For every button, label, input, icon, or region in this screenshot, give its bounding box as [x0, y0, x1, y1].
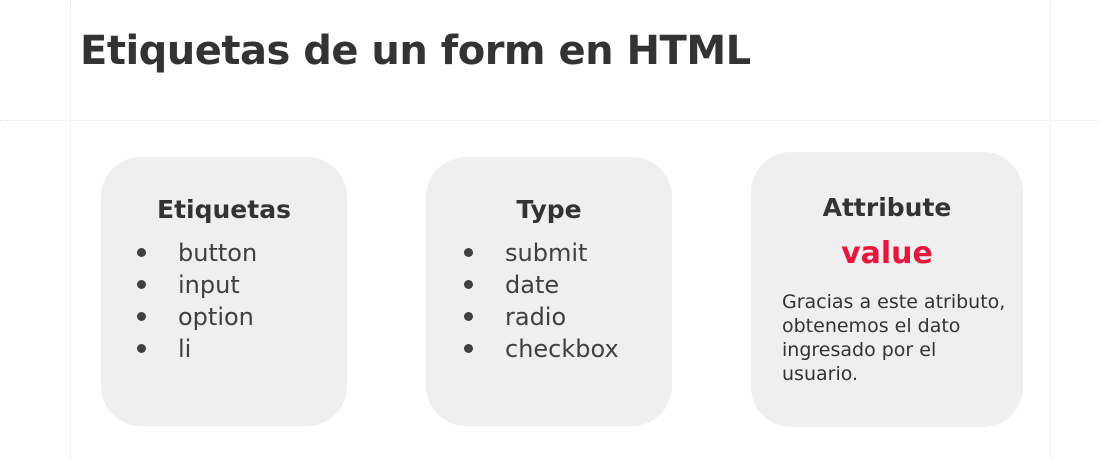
bullet-list: submit date radio checkbox	[464, 237, 619, 365]
list-item: submit	[464, 237, 619, 269]
list-item-label: checkbox	[505, 335, 619, 363]
attribute-description: Gracias a este atributo, obtenemos el da…	[782, 291, 1006, 385]
list-item: radio	[464, 301, 619, 333]
list-item-label: li	[178, 335, 192, 363]
list-item-label: option	[178, 303, 254, 331]
guide-line-right	[1050, 0, 1051, 460]
attribute-value-highlight: value	[841, 236, 933, 271]
card-heading: Type	[516, 195, 582, 224]
bullet-icon	[137, 343, 146, 353]
list-item: button	[137, 237, 257, 269]
bullet-icon	[464, 311, 473, 321]
bullet-icon	[464, 343, 473, 353]
bullet-icon	[137, 311, 146, 321]
list-item: date	[464, 269, 619, 301]
guide-line-horizontal	[0, 120, 1100, 121]
page-title: Etiquetas de un form en HTML	[80, 28, 751, 74]
list-item: option	[137, 301, 257, 333]
list-item: li	[137, 333, 257, 365]
card-heading: Attribute	[822, 193, 952, 222]
bullet-icon	[464, 279, 473, 289]
bullet-icon	[464, 247, 473, 257]
list-item: input	[137, 269, 257, 301]
list-item-label: button	[178, 239, 258, 267]
card-heading: Etiquetas	[157, 195, 291, 224]
bullet-icon	[137, 279, 146, 289]
list-item-label: input	[178, 271, 240, 299]
bullet-list: button input option li	[137, 237, 257, 365]
list-item-label: radio	[505, 303, 567, 331]
list-item: checkbox	[464, 333, 619, 365]
list-item-label: date	[505, 271, 560, 299]
card-etiquetas: Etiquetas button input option li	[101, 157, 347, 426]
card-type: Type submit date radio checkbox	[426, 157, 672, 426]
card-attribute: Attribute value Gracias a este atributo,…	[751, 152, 1023, 427]
guide-line-left	[70, 0, 71, 460]
list-item-label: submit	[505, 239, 588, 267]
bullet-icon	[137, 247, 146, 257]
